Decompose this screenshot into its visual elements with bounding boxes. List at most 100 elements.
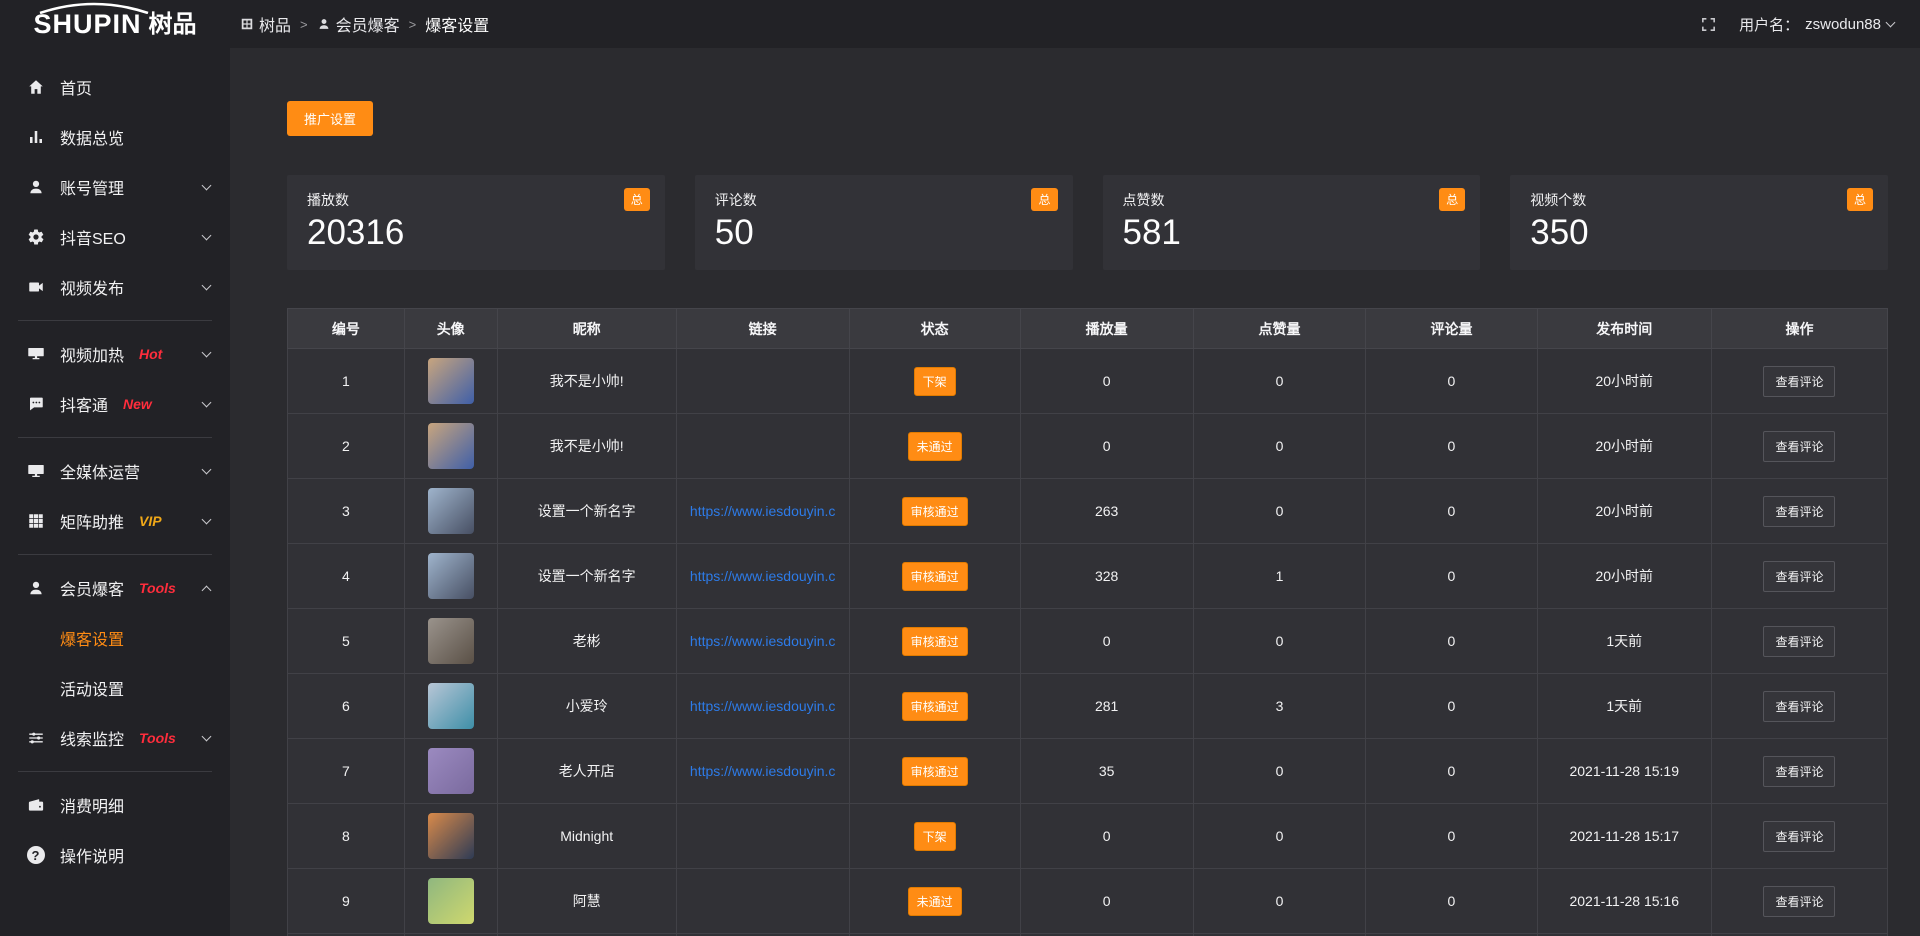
sidebar-item-home[interactable]: 首页 [0, 62, 230, 112]
table-row: 4 设置一个新名字 https://www.iesdouyin.c 审核通过 3… [288, 544, 1888, 609]
sidebar-item-video-heating[interactable]: 视频加热 Hot [0, 329, 230, 379]
plays-value: 35 [1020, 739, 1193, 804]
publish-time: 1天前 [1537, 674, 1711, 739]
stat-card-comments: 评论数 50 总 [695, 175, 1073, 270]
publish-time: 2021-11-28 15:17 [1537, 804, 1711, 869]
avatar [428, 683, 474, 729]
view-comments-button[interactable]: 查看评论 [1763, 626, 1835, 657]
view-comments-button[interactable]: 查看评论 [1763, 561, 1835, 592]
publish-time: 20小时前 [1537, 544, 1711, 609]
status-badge: 审核通过 [902, 497, 968, 526]
stat-card-likes: 点赞数 581 总 [1103, 175, 1481, 270]
sidebar-divider [18, 320, 212, 321]
comments-value: 0 [1366, 609, 1537, 674]
row-id: 8 [288, 804, 405, 869]
row-id: 3 [288, 479, 405, 544]
user-menu[interactable]: 用户名：zswodun88 [1739, 14, 1894, 35]
logo-arc-icon [35, 2, 153, 14]
likes-value: 0 [1193, 414, 1366, 479]
publish-time: 2021-11-28 15:19 [1537, 739, 1711, 804]
video-link[interactable]: https://www.iesdouyin.c [690, 503, 836, 519]
plays-value: 0 [1020, 349, 1193, 414]
video-link[interactable]: https://www.iesdouyin.c [690, 568, 836, 584]
stat-card-videos: 视频个数 350 总 [1510, 175, 1888, 270]
sidebar-item-instructions[interactable]: ? 操作说明 [0, 830, 230, 880]
sidebar-item-label: 操作说明 [60, 843, 124, 867]
chevron-down-icon [202, 398, 212, 408]
vip-badge: VIP [139, 513, 162, 529]
main-content: 推广设置 播放数 20316 总 评论数 50 总 点赞数 581 总 视频个数… [230, 48, 1920, 936]
chevron-down-icon [202, 281, 212, 291]
sidebar-item-label: 账号管理 [60, 175, 124, 199]
avatar [428, 813, 474, 859]
video-camera-icon [26, 278, 45, 297]
sidebar-item-data-overview[interactable]: 数据总览 [0, 112, 230, 162]
logo-text-en: SHUPIN [33, 11, 141, 38]
sidebar-item-label: 视频加热 [60, 342, 124, 366]
sidebar-subitem-baoke-settings[interactable]: 爆客设置 [0, 613, 230, 663]
sidebar-item-label: 抖客通 [60, 392, 108, 416]
video-link[interactable]: https://www.iesdouyin.c [690, 633, 836, 649]
sidebar-item-account-management[interactable]: 账号管理 [0, 162, 230, 212]
comments-value: 0 [1366, 349, 1537, 414]
breadcrumb-item-member[interactable]: 会员爆客 [317, 12, 400, 36]
row-id: 7 [288, 739, 405, 804]
chevron-down-icon [1886, 18, 1896, 28]
row-id: 5 [288, 609, 405, 674]
view-comments-button[interactable]: 查看评论 [1763, 756, 1835, 787]
table-row: 3 设置一个新名字 https://www.iesdouyin.c 审核通过 2… [288, 479, 1888, 544]
sidebar-item-all-media[interactable]: 全媒体运营 [0, 446, 230, 496]
row-id: 9 [288, 869, 405, 934]
stat-label: 视频个数 [1530, 190, 1868, 210]
fullscreen-icon[interactable] [1700, 16, 1717, 33]
user-icon [317, 17, 331, 31]
nickname: 小爱玲 [497, 674, 676, 739]
likes-value: 0 [1193, 349, 1366, 414]
app-grid-icon [240, 17, 254, 31]
sidebar-item-member-baoke[interactable]: 会员爆客 Tools [0, 563, 230, 613]
avatar [428, 553, 474, 599]
breadcrumb-label: 爆客设置 [425, 12, 489, 36]
view-comments-button[interactable]: 查看评论 [1763, 691, 1835, 722]
chevron-down-icon [202, 515, 212, 525]
row-id: 1 [288, 349, 405, 414]
plays-value: 263 [1020, 479, 1193, 544]
col-header-avatar: 头像 [404, 309, 497, 349]
comments-value: 0 [1366, 544, 1537, 609]
monitor-icon [26, 462, 45, 481]
likes-value: 0 [1193, 479, 1366, 544]
table-row: 8 Midnight 下架 0 0 0 2021-11-28 15:17 查看评… [288, 804, 1888, 869]
sidebar-item-douketong[interactable]: 抖客通 New [0, 379, 230, 429]
sidebar-item-consumption-detail[interactable]: 消费明细 [0, 780, 230, 830]
sidebar-item-clue-monitor[interactable]: 线索监控 Tools [0, 713, 230, 763]
avatar [428, 748, 474, 794]
sidebar-item-label: 抖音SEO [60, 225, 126, 249]
publish-time: 20小时前 [1537, 414, 1711, 479]
video-link[interactable]: https://www.iesdouyin.c [690, 698, 836, 714]
view-comments-button[interactable]: 查看评论 [1763, 431, 1835, 462]
publish-time: 20小时前 [1537, 479, 1711, 544]
view-comments-button[interactable]: 查看评论 [1763, 366, 1835, 397]
table-row: 6 小爱玲 https://www.iesdouyin.c 审核通过 281 3… [288, 674, 1888, 739]
col-header-id: 编号 [288, 309, 405, 349]
logo-text-cn: 树品 [149, 12, 197, 37]
sidebar-item-label: 首页 [60, 75, 92, 99]
breadcrumb-item-home[interactable]: 树品 [240, 12, 291, 36]
sidebar-item-label: 视频发布 [60, 275, 124, 299]
promotion-settings-button[interactable]: 推广设置 [287, 101, 373, 136]
view-comments-button[interactable]: 查看评论 [1763, 886, 1835, 917]
sidebar-subitem-activity-settings[interactable]: 活动设置 [0, 663, 230, 713]
view-comments-button[interactable]: 查看评论 [1763, 496, 1835, 527]
video-link[interactable]: https://www.iesdouyin.c [690, 763, 836, 779]
status-badge: 审核通过 [902, 627, 968, 656]
nickname: Midnight [497, 804, 676, 869]
sidebar-item-douyin-seo[interactable]: 抖音SEO [0, 212, 230, 262]
tools-badge: Tools [139, 580, 176, 596]
sidebar-item-video-publish[interactable]: 视频发布 [0, 262, 230, 312]
view-comments-button[interactable]: 查看评论 [1763, 821, 1835, 852]
table-row: 7 老人开店 https://www.iesdouyin.c 审核通过 35 0… [288, 739, 1888, 804]
status-badge: 未通过 [908, 887, 962, 916]
table-row: 9 阿慧 未通过 0 0 0 2021-11-28 15:16 查看评论 [288, 869, 1888, 934]
sidebar-item-matrix-boost[interactable]: 矩阵助推 VIP [0, 496, 230, 546]
app-logo[interactable]: SHUPIN 树品 [0, 11, 230, 38]
